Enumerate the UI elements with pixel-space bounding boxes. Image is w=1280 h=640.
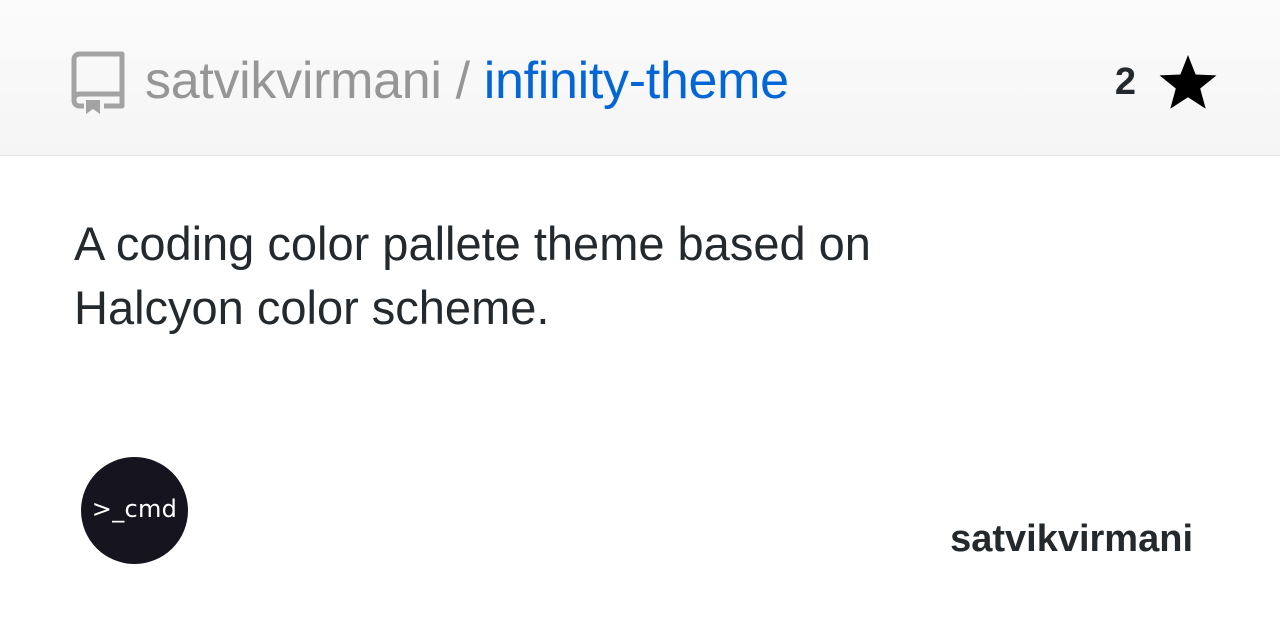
- repo-name-link[interactable]: infinity-theme: [484, 52, 789, 110]
- repo-owner[interactable]: satvikvirmani: [145, 52, 442, 110]
- card-header: satvikvirmani / infinity-theme 2: [0, 0, 1280, 156]
- path-separator: /: [455, 52, 470, 110]
- star-counter[interactable]: 2: [1115, 52, 1218, 112]
- repo-description: A coding color pallete theme based on Ha…: [74, 217, 871, 334]
- repo-icon: [71, 51, 125, 114]
- star-count: 2: [1114, 60, 1136, 103]
- repo-path: satvikvirmani / infinity-theme: [145, 48, 789, 114]
- owner-username[interactable]: satvikvirmani: [950, 516, 1193, 562]
- avatar[interactable]: >_cmd: [81, 457, 188, 564]
- avatar-label: >_cmd: [91, 494, 178, 523]
- repo-social-card: satvikvirmani / infinity-theme 2 A coding …: [0, 0, 1280, 640]
- star-icon: [1159, 55, 1217, 109]
